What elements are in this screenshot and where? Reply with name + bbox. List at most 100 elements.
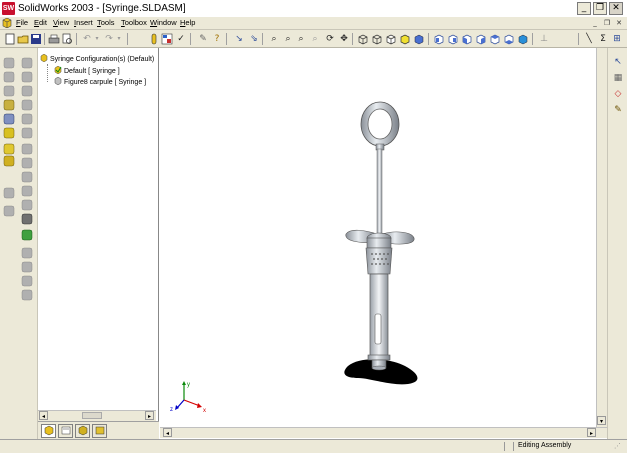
feature-tree-tab[interactable] (41, 424, 56, 438)
configuration-icon (54, 76, 62, 86)
vent-hole (381, 258, 383, 260)
scroll-right-icon[interactable]: ▸ (145, 411, 154, 420)
tool-icon (21, 289, 33, 301)
menu-tools[interactable]: Tools (97, 18, 115, 27)
doc-restore-button[interactable]: ❐ (602, 19, 612, 28)
print-preview-icon[interactable] (61, 33, 73, 45)
menu-edit[interactable]: Edit (34, 18, 47, 27)
top-view-icon[interactable] (489, 33, 501, 45)
isometric-view-icon[interactable] (517, 33, 529, 45)
scroll-left-icon[interactable]: ◂ (39, 411, 48, 420)
open-file-icon[interactable] (17, 33, 29, 45)
vent-hole (385, 258, 387, 260)
scroll-left-icon[interactable]: ◂ (163, 428, 172, 437)
syringe-model[interactable]: y x z (160, 48, 596, 428)
scroll-right-icon[interactable]: ▸ (587, 428, 596, 437)
tool-icon (21, 113, 33, 125)
select-arrow-icon[interactable]: ↖ (612, 56, 624, 68)
new-file-icon[interactable] (4, 33, 16, 45)
zoom-in-out-icon[interactable]: ⌕ (295, 33, 307, 45)
menu-view[interactable]: View (53, 18, 69, 27)
doc-close-button[interactable]: ✕ (614, 19, 624, 28)
window-title: SolidWorks 2003 - [Syringe.SLDASM] (18, 3, 186, 14)
toolbar-separator (127, 33, 128, 45)
plunger-rod (376, 148, 383, 237)
tool-icon (3, 113, 15, 125)
tree-item-default[interactable]: Default [ Syringe ] (54, 65, 120, 75)
close-button[interactable]: ✕ (609, 2, 623, 15)
shaded-icon[interactable] (413, 33, 425, 45)
toolbox-tab[interactable] (92, 424, 107, 438)
property-tab[interactable] (58, 424, 73, 438)
menu-toolbox[interactable]: Toolbox (121, 18, 147, 27)
configuration-root[interactable]: Syringe Configuration(s) (Default) (40, 53, 155, 63)
zoom-area-icon[interactable]: ⌕ (282, 33, 294, 45)
solidworks-logo-icon[interactable]: SW (2, 2, 15, 15)
tool-icon (21, 127, 33, 139)
pan-icon[interactable]: ✥ (338, 33, 350, 45)
tree-item-figure8-carpule[interactable]: Figure8 carpule [ Syringe ] (54, 76, 146, 86)
menu-help[interactable]: Help (180, 18, 195, 27)
smart-select-icon[interactable]: ✓ (175, 33, 187, 45)
configuration-root-label: Syringe Configuration(s) (Default) (50, 56, 155, 63)
maximize-button[interactable]: ❐ (593, 2, 607, 15)
axis-x-label: x (203, 408, 206, 414)
toolbar-separator (352, 33, 353, 45)
pencil-icon[interactable]: ✎ (612, 104, 624, 116)
right-view-icon[interactable] (475, 33, 487, 45)
tool-icon (3, 187, 15, 199)
grid-icon[interactable]: ▦ (612, 72, 624, 84)
resize-grip-icon[interactable]: ⋰ (614, 442, 624, 452)
menu-file[interactable]: File (16, 18, 28, 27)
shaded-edges-icon[interactable] (399, 33, 411, 45)
rotate-icon[interactable]: ⟳ (324, 33, 336, 45)
line-icon[interactable]: ╲ (583, 33, 595, 45)
rebuild-icon[interactable] (148, 33, 160, 45)
hidden-removed-icon[interactable] (385, 33, 397, 45)
help-icon[interactable]: ? (211, 33, 223, 45)
edit-component-icon[interactable]: ✎ (197, 33, 209, 45)
sketch-icon[interactable]: ◇ (612, 88, 624, 100)
configuration-tab[interactable] (75, 424, 90, 438)
print-icon[interactable] (48, 33, 60, 45)
axis-z-label: z (170, 407, 173, 413)
tool-icon (21, 143, 33, 155)
doc-minimize-button[interactable]: _ (590, 19, 600, 28)
redo-dropdown-icon[interactable]: ▾ (113, 33, 125, 45)
graphics-area[interactable]: y x z (160, 48, 606, 428)
vent-hole (383, 253, 385, 255)
table-icon[interactable]: ⊞ (611, 33, 623, 45)
tool-icon (21, 99, 33, 111)
bottom-view-icon[interactable] (503, 33, 515, 45)
document-icon[interactable] (2, 17, 12, 29)
zoom-to-fit-icon[interactable]: ⌕ (268, 33, 280, 45)
tool-icon (21, 171, 33, 183)
sum-icon[interactable]: Σ (597, 33, 609, 45)
tree-line (47, 64, 48, 82)
toolbar-separator (190, 33, 191, 45)
save-icon[interactable] (30, 33, 42, 45)
options-icon[interactable] (161, 33, 173, 45)
minimize-button[interactable]: _ (577, 2, 591, 15)
tree-horizontal-scrollbar[interactable]: ◂ ▸ (38, 410, 156, 421)
front-view-icon[interactable] (433, 33, 445, 45)
configuration-check-icon (54, 65, 62, 75)
feature-manager-tree: Syringe Configuration(s) (Default) Defau… (38, 48, 159, 443)
menu-insert[interactable]: Insert (74, 18, 93, 27)
right-toolbar: ↖ ▦ ◇ ✎ (607, 48, 627, 443)
back-view-icon[interactable] (447, 33, 459, 45)
select-icon[interactable]: ↘ (233, 33, 245, 45)
normal-to-icon[interactable]: ⊥ (538, 33, 550, 45)
wireframe-icon[interactable] (357, 33, 369, 45)
zoom-selection-icon[interactable]: ⌕ (309, 33, 321, 45)
scroll-thumb[interactable] (82, 412, 102, 419)
hidden-lines-icon[interactable] (371, 33, 383, 45)
graphics-vertical-scrollbar[interactable]: ▾ (596, 48, 607, 428)
menu-window[interactable]: Window (150, 18, 177, 27)
measure-icon[interactable]: ⇘ (248, 33, 260, 45)
graphics-horizontal-scrollbar[interactable]: ◂ ▸ (160, 427, 607, 438)
scroll-down-icon[interactable]: ▾ (597, 416, 606, 425)
left-view-icon[interactable] (461, 33, 473, 45)
undo-dropdown-icon[interactable]: ▾ (91, 33, 103, 45)
tool-icon (3, 85, 15, 97)
